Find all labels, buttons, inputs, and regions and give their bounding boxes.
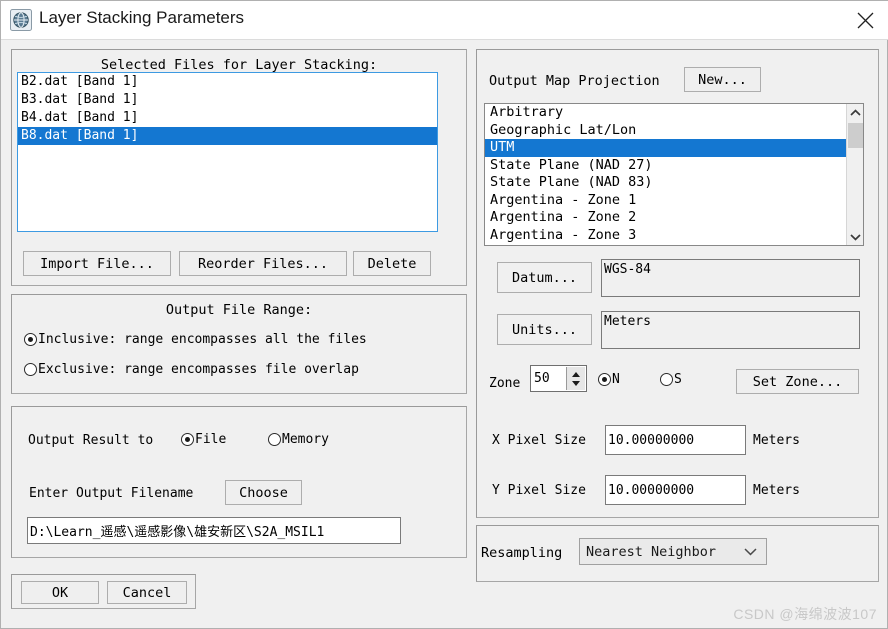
output-result-memory-option[interactable]: Memory	[268, 432, 329, 447]
range-option-exclusive-label: Exclusive: range encompasses file overla…	[38, 362, 359, 377]
scrollbar-thumb[interactable]	[848, 123, 863, 148]
ok-button[interactable]: OK	[21, 581, 99, 604]
output-filename-label: Enter Output Filename	[29, 486, 194, 501]
set-zone-button[interactable]: Set Zone...	[736, 369, 859, 394]
import-file-button[interactable]: Import File...	[23, 251, 171, 276]
hemisphere-north-option[interactable]: N	[598, 372, 620, 387]
resampling-label: Resampling	[481, 545, 563, 561]
selected-files-title: Selected Files for Layer Stacking:	[100, 57, 378, 73]
close-button[interactable]	[843, 1, 888, 38]
range-option-exclusive[interactable]: Exclusive: range encompasses file overla…	[24, 362, 359, 377]
list-item[interactable]: UTM	[485, 139, 863, 157]
output-filename-input[interactable]: D:\Learn_遥感\遥感影像\雄安新区\S2A_MSIL1	[27, 517, 401, 544]
radio-icon	[660, 373, 673, 386]
list-item[interactable]: Arbitrary	[485, 104, 863, 122]
hemisphere-south-label: S	[674, 372, 682, 387]
cancel-button[interactable]: Cancel	[107, 581, 187, 604]
list-item[interactable]: Argentina - Zone 2	[485, 209, 863, 227]
delete-button[interactable]: Delete	[353, 251, 431, 276]
units-button[interactable]: Units...	[497, 314, 592, 345]
output-result-label: Output Result to	[28, 433, 154, 448]
datum-button[interactable]: Datum...	[497, 262, 592, 293]
x-pixel-size-units: Meters	[753, 433, 800, 448]
window-title: Layer Stacking Parameters	[39, 8, 245, 27]
zone-value: 50	[534, 371, 550, 386]
spinner-arrows-icon[interactable]	[566, 367, 585, 390]
radio-icon	[268, 433, 281, 446]
choose-button[interactable]: Choose	[225, 480, 302, 505]
close-icon	[857, 12, 874, 29]
resampling-select[interactable]: Nearest Neighbor	[579, 538, 767, 565]
hemisphere-south-option[interactable]: S	[660, 372, 682, 387]
output-map-projection-label: Output Map Projection	[489, 73, 660, 89]
radio-icon	[24, 333, 37, 346]
projection-list[interactable]: Arbitrary Geographic Lat/Lon UTM State P…	[484, 103, 864, 246]
list-item[interactable]: Geographic Lat/Lon	[485, 122, 863, 140]
list-item[interactable]: State Plane (NAD 83)	[485, 174, 863, 192]
radio-icon	[181, 433, 194, 446]
scroll-up-icon[interactable]	[847, 104, 863, 121]
list-item[interactable]: B3.dat [Band 1]	[18, 91, 437, 109]
output-result-memory-label: Memory	[282, 432, 329, 447]
list-item[interactable]: State Plane (NAD 27)	[485, 157, 863, 175]
layer-stacking-dialog: Layer Stacking Parameters Selected Files…	[0, 0, 888, 629]
output-result-file-label: File	[195, 432, 227, 447]
new-projection-button[interactable]: New...	[684, 67, 761, 92]
resampling-value: Nearest Neighbor	[586, 543, 717, 560]
datum-value-field[interactable]: WGS-84	[601, 259, 860, 297]
hemisphere-north-label: N	[612, 372, 620, 387]
list-item[interactable]: B8.dat [Band 1]	[18, 127, 437, 145]
x-pixel-size-input[interactable]: 10.00000000	[605, 425, 746, 455]
list-item[interactable]: Argentina - Zone 3	[485, 227, 863, 245]
list-item[interactable]: Argentina - Zone 1	[485, 192, 863, 210]
title-bar: Layer Stacking Parameters	[1, 1, 888, 40]
range-option-inclusive[interactable]: Inclusive: range encompasses all the fil…	[24, 332, 367, 347]
projection-list-scrollbar[interactable]	[846, 104, 863, 245]
selected-files-list[interactable]: B2.dat [Band 1] B3.dat [Band 1] B4.dat […	[17, 72, 438, 232]
chevron-down-icon	[744, 544, 757, 560]
units-value-field[interactable]: Meters	[601, 311, 860, 349]
zone-stepper[interactable]: 50	[530, 365, 587, 392]
envi-globe-icon	[10, 9, 32, 31]
range-option-inclusive-label: Inclusive: range encompasses all the fil…	[38, 332, 367, 347]
zone-label: Zone	[489, 376, 521, 391]
y-pixel-size-units: Meters	[753, 483, 800, 498]
x-pixel-size-label: X Pixel Size	[492, 433, 586, 448]
list-item[interactable]: B4.dat [Band 1]	[18, 109, 437, 127]
reorder-files-button[interactable]: Reorder Files...	[179, 251, 347, 276]
list-item[interactable]: B2.dat [Band 1]	[18, 73, 437, 91]
y-pixel-size-input[interactable]: 10.00000000	[605, 475, 746, 505]
radio-icon	[598, 373, 611, 386]
radio-icon	[24, 363, 37, 376]
scroll-down-icon[interactable]	[847, 228, 863, 245]
output-file-range-title: Output File Range:	[165, 302, 313, 318]
y-pixel-size-label: Y Pixel Size	[492, 483, 586, 498]
output-result-file-option[interactable]: File	[181, 432, 226, 447]
csdn-watermark: CSDN @海绵波波107	[733, 606, 877, 622]
